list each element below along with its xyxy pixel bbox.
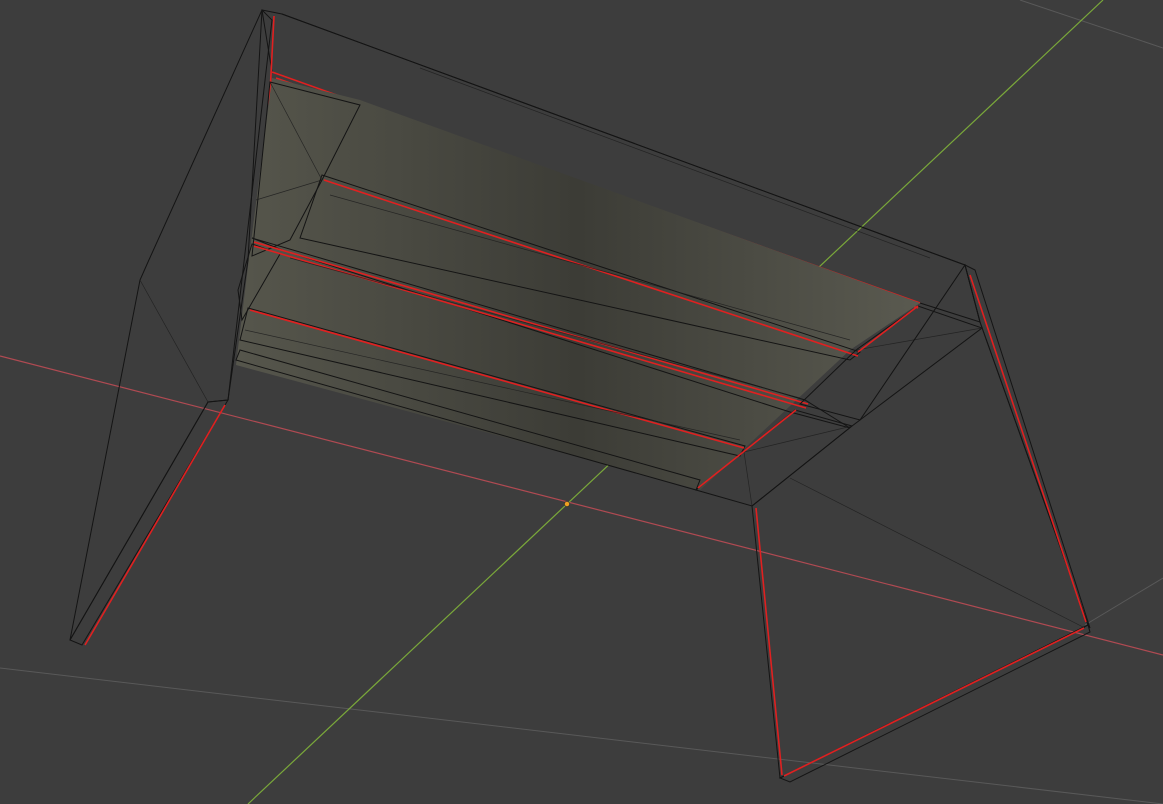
object-origin-icon[interactable] bbox=[564, 501, 570, 507]
3d-viewport[interactable] bbox=[0, 0, 1163, 804]
grid-line bbox=[1019, 0, 1163, 49]
left-leg-sharp-edge bbox=[84, 404, 226, 646]
viewport-canvas[interactable] bbox=[0, 0, 1163, 804]
mesh-wire bbox=[789, 477, 1086, 629]
mesh-object-shelf-desk[interactable] bbox=[69, 9, 1091, 783]
right-leg-sharp-edge bbox=[755, 507, 783, 776]
mesh-wire bbox=[743, 451, 753, 507]
mesh-wire bbox=[139, 279, 209, 403]
grid-line bbox=[1084, 577, 1163, 626]
grid-line bbox=[0, 667, 1163, 804]
right-leg-sharp-edge bbox=[969, 274, 1087, 623]
right-leg-sharp-edge bbox=[783, 627, 1085, 777]
inner-back-face bbox=[236, 78, 920, 490]
left-leg-foot-face bbox=[69, 399, 229, 646]
